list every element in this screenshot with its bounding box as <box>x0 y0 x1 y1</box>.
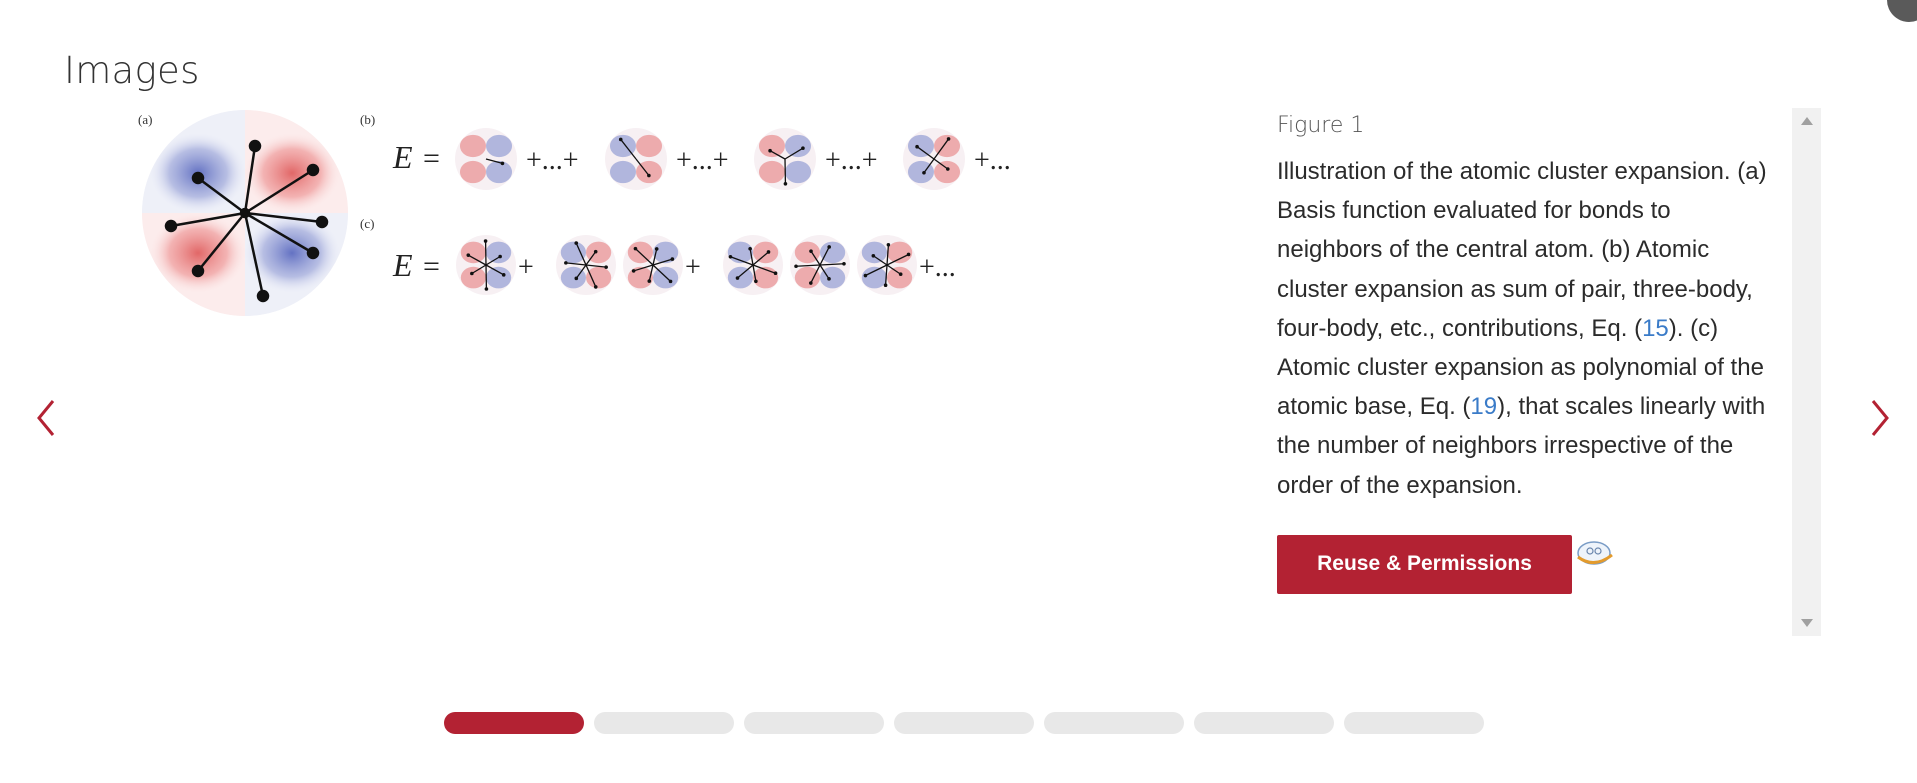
carousel-dot-4[interactable] <box>894 712 1034 734</box>
cluster-term-b-4 <box>903 128 965 190</box>
equals-b: = <box>423 142 440 175</box>
equation-link-19[interactable]: 19 <box>1470 393 1497 420</box>
reuse-permissions-button[interactable]: Reuse & Permissions <box>1277 534 1572 594</box>
operator-c-1: + <box>518 252 534 283</box>
operator-b-3: +...+ <box>825 145 878 176</box>
triangle-down-icon <box>1800 619 1813 627</box>
atomic-base-term-5 <box>790 235 850 295</box>
figure-label: Figure 1 <box>1277 113 1365 138</box>
previous-slide-button[interactable] <box>26 395 66 441</box>
atomic-base-term-3 <box>623 235 683 295</box>
carousel-dot-1[interactable] <box>444 712 584 734</box>
energy-symbol-b: E <box>392 139 413 175</box>
carousel-dot-2[interactable] <box>594 712 734 734</box>
carousel-dot-6[interactable] <box>1194 712 1334 734</box>
operator-b-1: +...+ <box>526 145 579 176</box>
energy-symbol-c: E <box>392 247 413 283</box>
cluster-term-b-3 <box>754 128 816 190</box>
next-slide-button[interactable] <box>1860 395 1900 441</box>
scroll-down-button[interactable] <box>1792 610 1821 636</box>
creative-commons-icon[interactable] <box>1574 539 1616 571</box>
section-title: Images <box>64 49 200 92</box>
panel-label-a: (a) <box>138 112 152 127</box>
figure-caption: Illustration of the atomic cluster expan… <box>1277 152 1782 505</box>
polynomial-expansion-row: + + +... <box>456 235 956 295</box>
caption-panel[interactable]: Figure 1 Illustration of the atomic clus… <box>1277 108 1822 636</box>
carousel-dot-5[interactable] <box>1044 712 1184 734</box>
caption-scroll-area[interactable]: Figure 1 Illustration of the atomic clus… <box>1277 108 1792 636</box>
cluster-term-b-1 <box>455 128 517 190</box>
carousel-dot-7[interactable] <box>1344 712 1484 734</box>
figure-image[interactable]: (a) (b) (c) E = +...+ +...+ +...+ +... E… <box>130 108 1030 328</box>
figure-illustration: (a) (b) (c) E = +...+ +...+ +...+ +... E… <box>138 110 1011 316</box>
cluster-term-b-2 <box>605 128 667 190</box>
carousel-indicators <box>444 712 1484 734</box>
carousel-dot-3[interactable] <box>744 712 884 734</box>
operator-c-3: +... <box>919 252 956 283</box>
operator-c-2: + <box>685 252 701 283</box>
equals-c: = <box>423 250 440 283</box>
pair-expansion-row: +...+ +...+ +...+ +... <box>455 128 1011 190</box>
chevron-left-icon <box>37 400 55 436</box>
scroll-up-button[interactable] <box>1792 108 1821 134</box>
operator-b-2: +...+ <box>676 145 729 176</box>
chevron-right-icon <box>1871 400 1889 436</box>
corner-avatar[interactable] <box>1887 0 1917 22</box>
operator-b-4: +... <box>974 145 1011 176</box>
panel-label-c: (c) <box>360 216 374 231</box>
caption-scrollbar[interactable] <box>1792 108 1821 636</box>
atomic-base-term-4 <box>723 235 783 295</box>
triangle-up-icon <box>1800 117 1813 125</box>
atomic-base-term-6 <box>857 235 917 295</box>
equation-link-15[interactable]: 15 <box>1642 315 1669 342</box>
panel-label-b: (b) <box>360 112 375 127</box>
atomic-base-term-1 <box>456 235 516 295</box>
atomic-base-term-2 <box>556 235 616 295</box>
